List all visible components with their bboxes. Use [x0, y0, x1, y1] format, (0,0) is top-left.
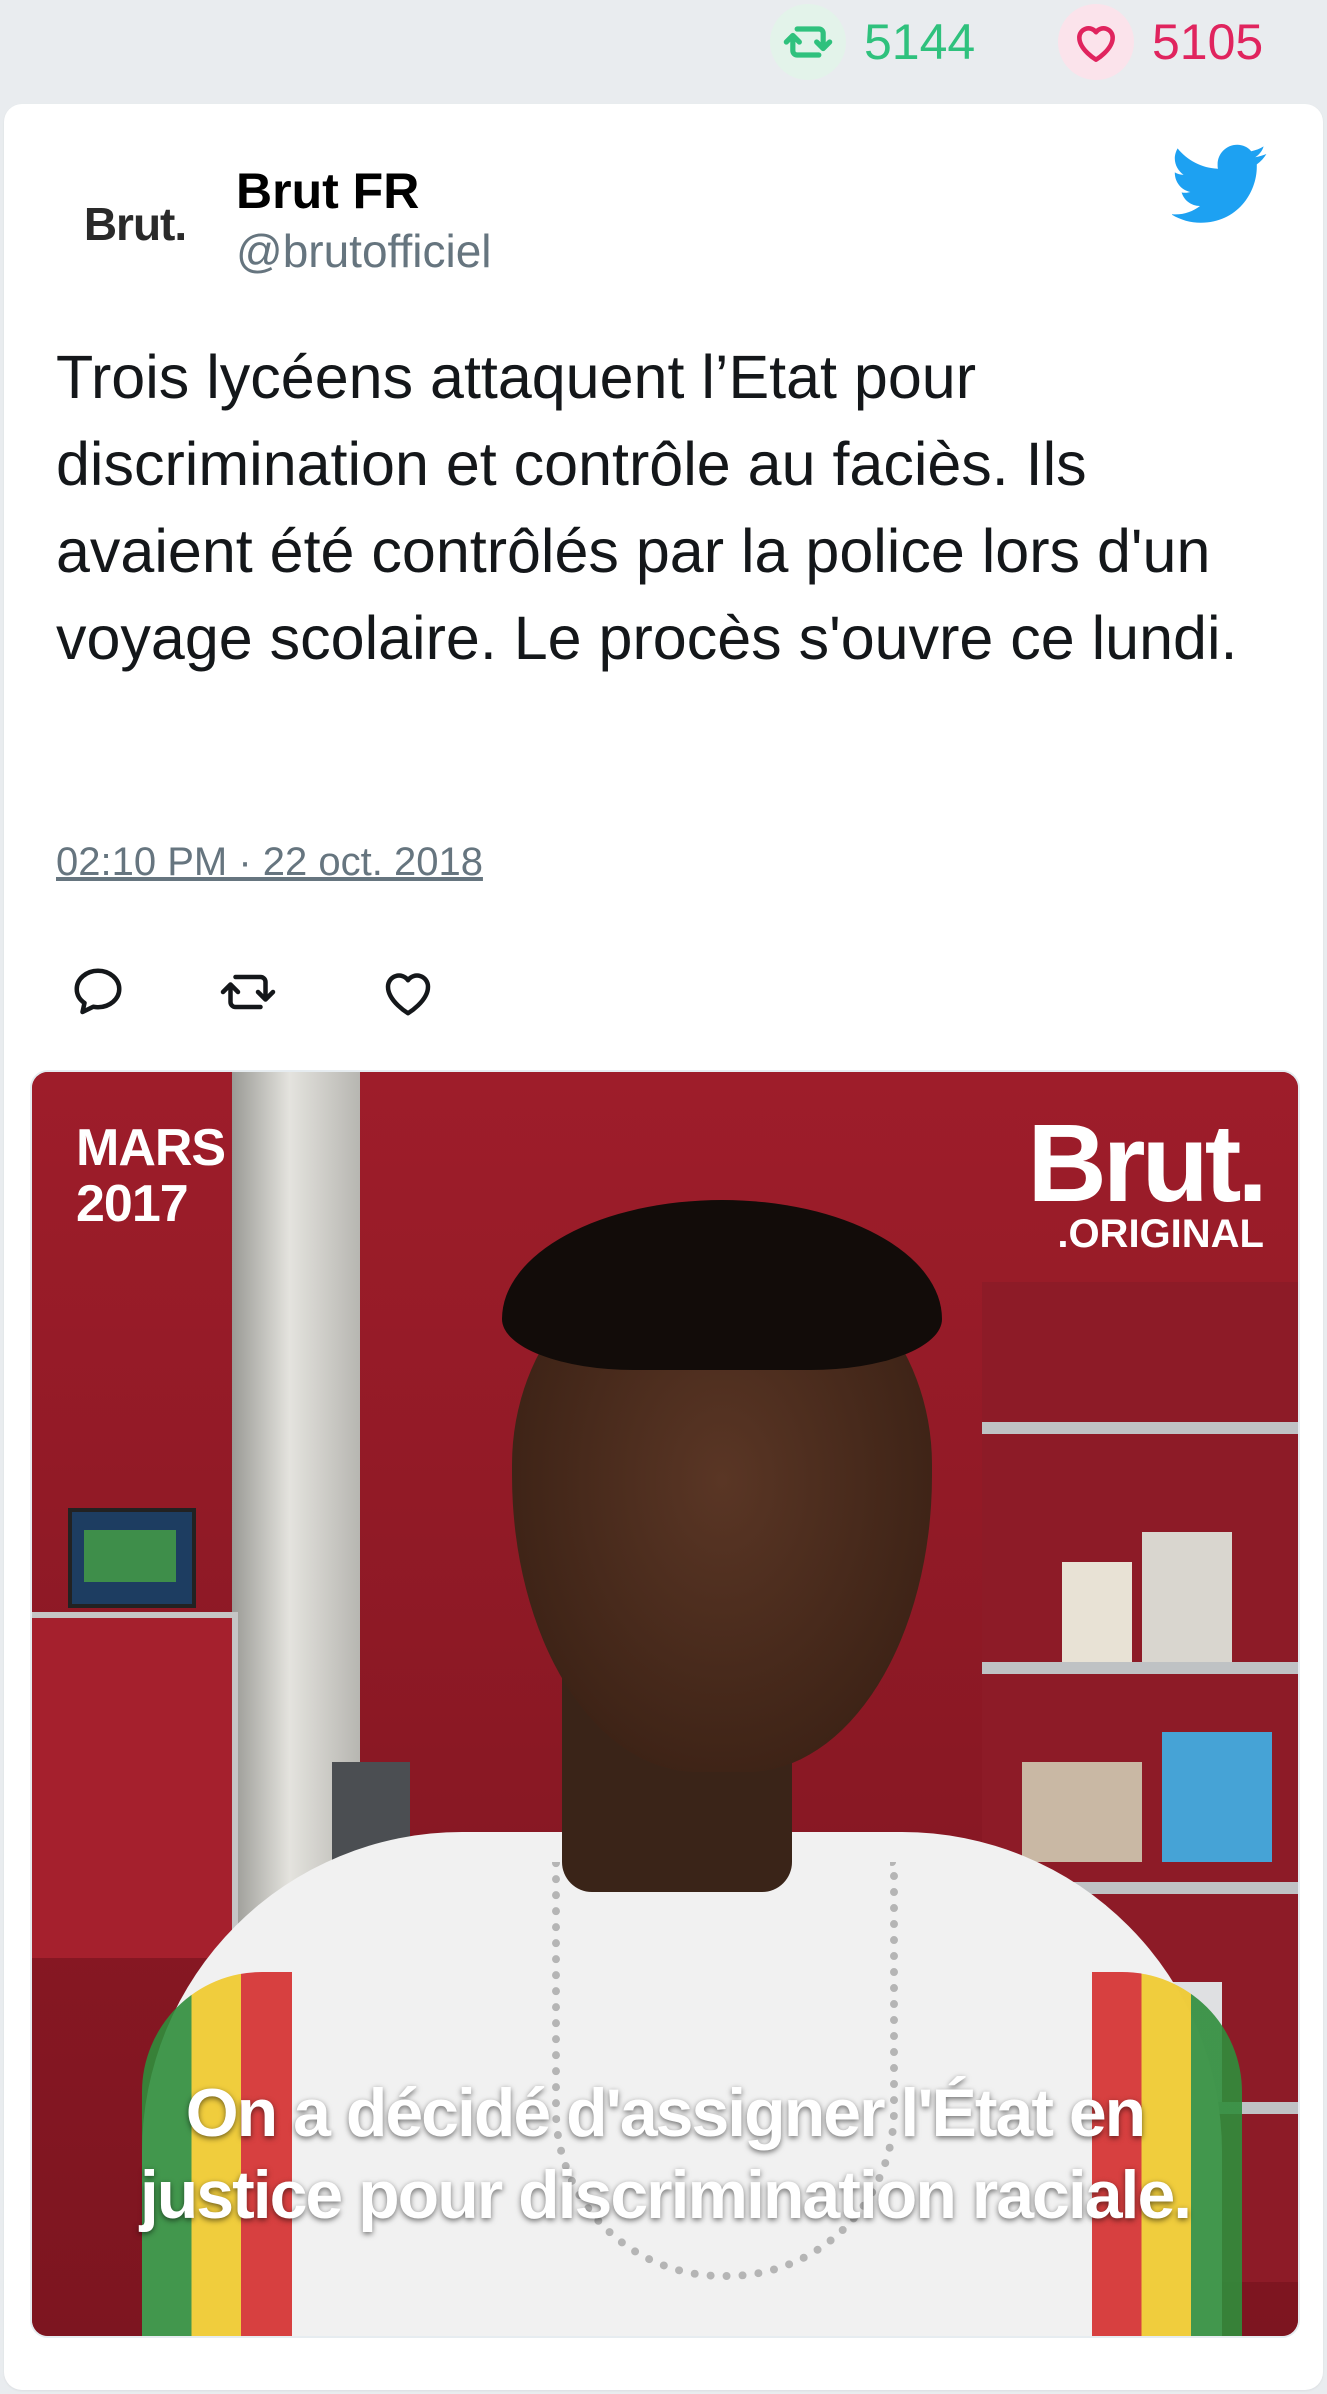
twitter-bird-icon[interactable] [1170, 144, 1268, 228]
retweet-action-icon[interactable] [218, 962, 278, 1022]
media-cabinet [32, 1612, 238, 1958]
retweet-count-value: 5144 [864, 14, 976, 70]
media-date-year: 2017 [76, 1175, 189, 1233]
media-logo-sub: .ORIGINAL [1057, 1212, 1264, 1256]
media-logo-main: Brut. [1027, 1102, 1268, 1225]
heart-icon [1058, 4, 1134, 80]
like-count-value: 5105 [1152, 14, 1264, 70]
tweet-media-video[interactable]: MARS 2017 Brut. .ORIGINAL On a décidé d'… [30, 1070, 1300, 2338]
user-handle[interactable]: @brutofficiel [236, 224, 492, 278]
media-date-overlay: MARS 2017 [76, 1119, 226, 1233]
retweet-icon [770, 4, 846, 80]
retweet-count[interactable]: 5144 [770, 4, 976, 80]
tweet-stats-bar: 5144 5105 [0, 0, 1327, 100]
user-name[interactable]: Brut FR [236, 162, 419, 220]
media-caption-line1: On a décidé d'assigner l'État en [185, 2075, 1146, 2151]
media-caption-line2: justice pour discrimination raciale. [139, 2157, 1192, 2233]
media-brand-logo: Brut. .ORIGINAL [1027, 1102, 1268, 1256]
tweet-timestamp[interactable]: 02:10 PM · 22 oct. 2018 [56, 840, 483, 885]
media-caption: On a décidé d'assigner l'État en justice… [32, 2072, 1298, 2236]
tweet-text: Trois lycéens attaquent l’Etat pour disc… [56, 343, 1238, 672]
media-monitor [68, 1508, 196, 1608]
like-action-icon[interactable] [378, 962, 438, 1022]
avatar[interactable]: Brut. [60, 174, 210, 274]
tweet-card: Brut. Brut FR @brutofficiel Trois lycéen… [4, 104, 1323, 2390]
media-date-month: MARS [76, 1119, 226, 1177]
avatar-logo-text: Brut. [83, 198, 187, 250]
like-count[interactable]: 5105 [1058, 4, 1264, 80]
reply-icon[interactable] [68, 962, 128, 1022]
